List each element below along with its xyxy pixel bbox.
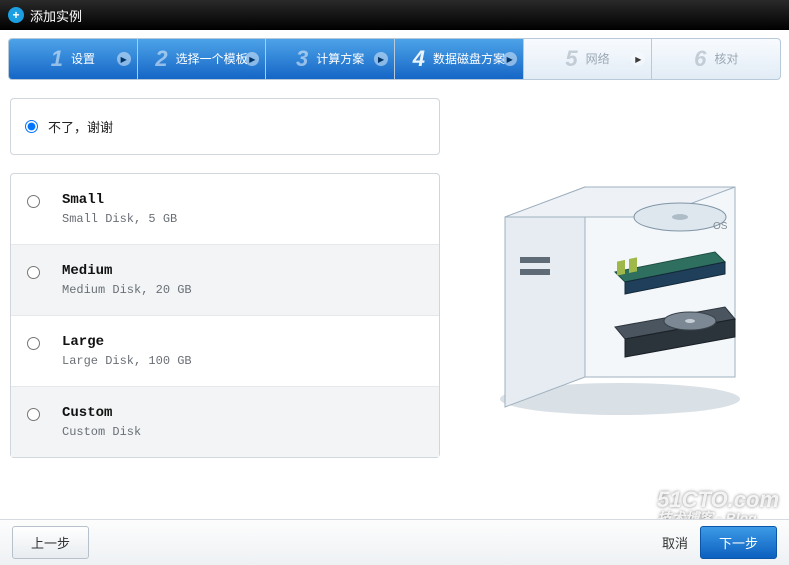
disk-radio[interactable]: [27, 408, 40, 421]
step-label: 计算方案: [316, 52, 364, 66]
disk-option-small[interactable]: Small Small Disk, 5 GB: [11, 174, 439, 245]
chevron-right-icon: ▶: [117, 52, 131, 66]
watermark-line1: 51CTO.com: [657, 487, 779, 512]
no-thanks-option[interactable]: 不了，谢谢: [25, 117, 425, 136]
no-thanks-radio[interactable]: [25, 120, 38, 133]
option-title: Medium: [62, 263, 192, 279]
step-review: 6 核对: [652, 39, 780, 79]
option-title: Small: [62, 192, 177, 208]
option-desc: Medium Disk, 20 GB: [62, 283, 192, 297]
option-title: Large: [62, 334, 192, 350]
disk-radio[interactable]: [27, 266, 40, 279]
cancel-link[interactable]: 取消: [662, 533, 688, 552]
chevron-right-icon: ▶: [374, 52, 388, 66]
add-icon: +: [8, 7, 24, 23]
step-setup[interactable]: 1 设置 ▶: [9, 39, 138, 79]
os-label: OS: [713, 221, 728, 232]
no-thanks-label: 不了，谢谢: [48, 117, 113, 136]
option-desc: Small Disk, 5 GB: [62, 212, 177, 226]
step-number: 1: [51, 46, 63, 72]
step-number: 6: [694, 46, 706, 72]
step-label: 设置: [71, 52, 95, 66]
options-column: 不了，谢谢 Small Small Disk, 5 GB Medium Medi…: [10, 98, 440, 476]
wizard-steps-container: 1 设置 ▶ 2 选择一个模板 ▶ 3 计算方案 ▶ 4 数据磁盘方案 ▶ 5 …: [0, 30, 789, 88]
disk-option-large[interactable]: Large Large Disk, 100 GB: [11, 316, 439, 387]
disk-radio[interactable]: [27, 195, 40, 208]
step-label: 核对: [714, 52, 738, 66]
wizard-steps: 1 设置 ▶ 2 选择一个模板 ▶ 3 计算方案 ▶ 4 数据磁盘方案 ▶ 5 …: [8, 38, 781, 80]
prev-button[interactable]: 上一步: [12, 526, 89, 559]
disk-option-custom[interactable]: Custom Custom Disk: [11, 387, 439, 457]
option-desc: Custom Disk: [62, 425, 141, 439]
step-number: 2: [155, 46, 167, 72]
step-network: 5 网络 ▶: [524, 39, 653, 79]
option-title: Custom: [62, 405, 141, 421]
server-illustration: OS: [485, 157, 755, 417]
dialog-header: + 添加实例: [0, 0, 789, 30]
disk-option-medium[interactable]: Medium Medium Disk, 20 GB: [11, 245, 439, 316]
disk-radio[interactable]: [27, 337, 40, 350]
next-button[interactable]: 下一步: [700, 526, 777, 559]
step-number: 4: [413, 46, 425, 72]
step-data-disk[interactable]: 4 数据磁盘方案 ▶: [395, 39, 524, 79]
no-thanks-panel: 不了，谢谢: [10, 98, 440, 155]
step-template[interactable]: 2 选择一个模板 ▶: [138, 39, 267, 79]
disk-options-panel: Small Small Disk, 5 GB Medium Medium Dis…: [10, 173, 440, 458]
step-number: 5: [565, 46, 577, 72]
illustration-column: OS: [460, 98, 779, 476]
option-desc: Large Disk, 100 GB: [62, 354, 192, 368]
wizard-footer: 上一步 取消 下一步: [0, 519, 789, 565]
chevron-right-icon: ▶: [503, 52, 517, 66]
dialog-title: 添加实例: [30, 6, 82, 25]
wizard-content: 不了，谢谢 Small Small Disk, 5 GB Medium Medi…: [0, 88, 789, 486]
step-number: 3: [296, 46, 308, 72]
step-label: 网络: [586, 52, 610, 66]
step-label: 数据磁盘方案: [433, 52, 505, 66]
step-label: 选择一个模板: [176, 52, 248, 66]
chevron-right-icon: ▶: [631, 52, 645, 66]
chevron-right-icon: ▶: [245, 52, 259, 66]
step-compute[interactable]: 3 计算方案 ▶: [266, 39, 395, 79]
